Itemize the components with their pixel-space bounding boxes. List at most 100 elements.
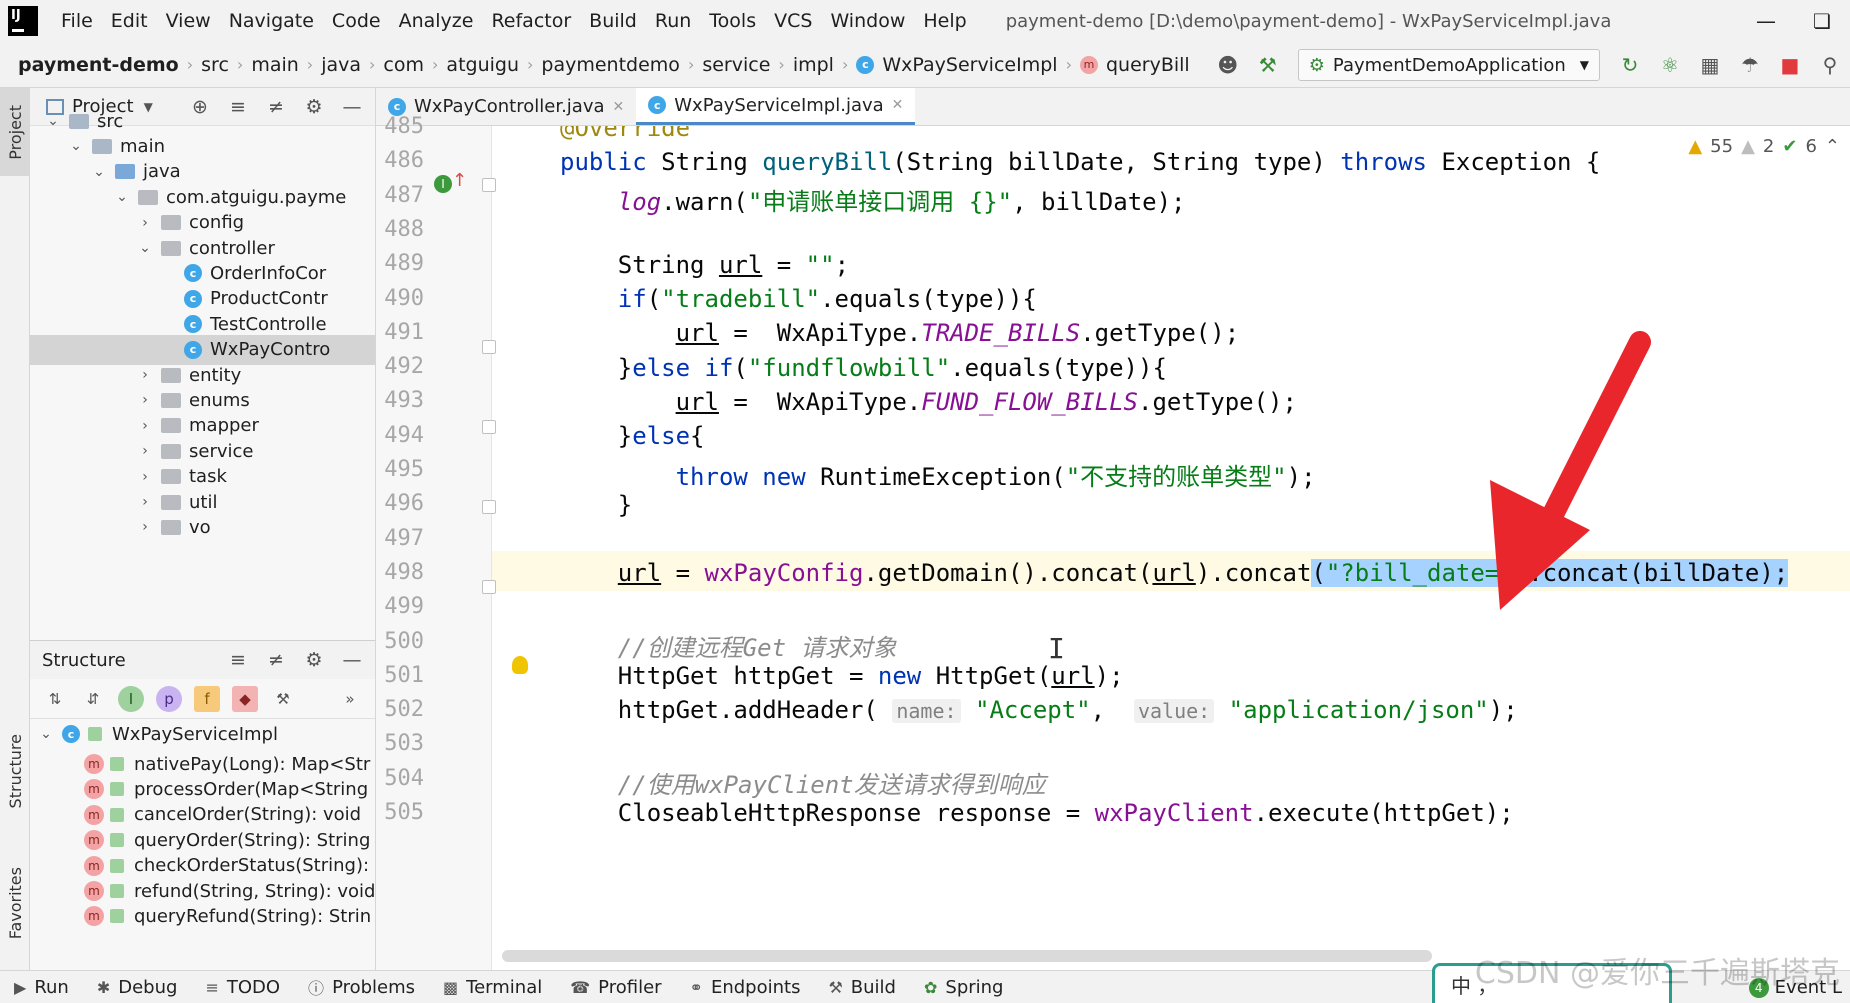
fold-marker[interactable] [482, 420, 496, 434]
sort-by-type-icon[interactable]: ⇅ [42, 686, 68, 712]
breadcrumb-java[interactable]: java [315, 54, 367, 76]
stop-icon[interactable]: ■ [1774, 50, 1806, 80]
public-access-icon [110, 884, 124, 898]
breadcrumb-paymentdemo[interactable]: paymentdemo [535, 54, 686, 76]
fold-marker[interactable] [482, 340, 496, 354]
todo-tool-button[interactable]: ≡ TODO [191, 977, 294, 998]
favorites-tool-tab[interactable]: Favorites [0, 848, 30, 958]
spring-boot-icon: ⚙ [1308, 54, 1325, 76]
package-icon [161, 418, 181, 434]
build-tool-label: Build [850, 976, 896, 998]
line-number: 488 [384, 216, 424, 242]
menu-run[interactable]: Run [646, 10, 700, 32]
breadcrumb-atguigu[interactable]: atguigu [440, 54, 525, 76]
breadcrumb-src[interactable]: src [195, 54, 235, 76]
profiler-icon[interactable]: ☂ [1734, 50, 1766, 80]
menu-tools[interactable]: Tools [700, 10, 765, 32]
list-icon: ≡ [205, 977, 219, 997]
menu-edit[interactable]: Edit [102, 10, 157, 32]
fold-marker[interactable] [482, 580, 496, 594]
breadcrumb-project[interactable]: payment-demo [0, 54, 185, 76]
run-tool-button[interactable]: ▶ Run [0, 977, 83, 998]
user-icon[interactable]: ☻ [1212, 50, 1244, 80]
menu-help[interactable]: Help [914, 10, 975, 32]
tree-item-label: task [189, 466, 227, 488]
show-non-public-icon[interactable]: ◆ [232, 685, 258, 712]
fold-marker[interactable] [482, 178, 496, 192]
fold-marker[interactable] [482, 500, 496, 514]
hide-icon[interactable]: — [339, 649, 365, 671]
show-fields-icon[interactable]: f [194, 685, 220, 712]
navigation-bar: payment-demo › src › main › java › com ›… [0, 42, 1850, 88]
menu-analyze[interactable]: Analyze [390, 10, 483, 32]
class-icon: c [184, 340, 202, 359]
menu-navigate[interactable]: Navigate [220, 10, 323, 32]
breadcrumb-class[interactable]: c WxPayServiceImpl [850, 54, 1063, 76]
chevron-down-icon: ⌄ [116, 189, 128, 206]
profiler-tool-button[interactable]: ☎ Profiler [556, 977, 675, 998]
gear-icon[interactable]: ⚙ [301, 649, 327, 671]
menu-window[interactable]: Window [821, 10, 914, 32]
line-number: 491 [384, 319, 424, 345]
menu-bar: IJ File Edit View Navigate Code Analyze … [0, 0, 1850, 42]
package-icon [138, 189, 158, 205]
horizontal-scrollbar[interactable] [502, 950, 1432, 962]
debug-icon[interactable]: ⚛ [1654, 50, 1686, 80]
show-properties-icon[interactable]: p [156, 685, 182, 712]
run-configuration-label: PaymentDemoApplication [1332, 54, 1566, 76]
terminal-tool-button[interactable]: ▩ Terminal [429, 977, 556, 998]
sort-alphabetically-icon[interactable]: ⇵ [80, 686, 106, 712]
code-line-501: HttpGet httpGet = new HttpGet(url); [560, 662, 1124, 690]
line-number: 495 [384, 457, 424, 482]
build-hammer-icon[interactable]: ⚒ [1252, 50, 1284, 80]
public-access-icon [110, 782, 124, 797]
inspection-widget[interactable]: ▲ 55 ▲ 2 ✔ 6 ⌃ [1680, 136, 1840, 157]
structure-tool-tab[interactable]: Structure [0, 716, 30, 826]
chevron-up-icon[interactable]: ⌃ [1825, 136, 1840, 157]
code-line-505: CloseableHttpResponse response = wxPayCl… [560, 799, 1514, 827]
menu-vcs[interactable]: VCS [765, 10, 821, 32]
more-icon[interactable]: » [337, 686, 363, 712]
show-lambdas-icon[interactable]: ⚒ [270, 686, 296, 712]
breadcrumb-separator: › [687, 55, 695, 74]
minimize-icon[interactable]: — [1738, 9, 1794, 33]
expand-all-icon[interactable]: ≡ [225, 649, 251, 671]
red-arrow-annotation [1490, 331, 1651, 610]
watermark: CSDN @爱你三千遍斯塔克 [1474, 956, 1840, 991]
restore-icon[interactable]: ❏ [1794, 9, 1850, 33]
collapse-all-icon[interactable]: ≠ [263, 649, 289, 671]
lightbulb-icon[interactable] [512, 656, 528, 674]
search-everywhere-icon[interactable]: ⚲ [1814, 50, 1846, 80]
project-tool-tab[interactable]: Project [0, 88, 30, 176]
build-tool-button[interactable]: ⚒ Build [814, 977, 910, 998]
window-controls: — ❏ [1738, 0, 1850, 42]
close-icon[interactable]: ✕ [892, 97, 904, 113]
structure-method-item[interactable]: m queryRefund(String): Strin [30, 901, 375, 931]
debug-tool-button[interactable]: ✱ Debug [83, 977, 192, 998]
breadcrumb-service[interactable]: service [696, 54, 776, 76]
implements-method-icon[interactable]: I [434, 175, 452, 193]
breadcrumb-com[interactable]: com [377, 54, 430, 76]
menu-build[interactable]: Build [580, 10, 646, 32]
show-inherited-icon[interactable]: I [118, 685, 144, 712]
menu-code[interactable]: Code [323, 10, 390, 32]
tab-wxpayserviceimpl[interactable]: c WxPayServiceImpl.java ✕ [636, 88, 916, 125]
breadcrumb-impl[interactable]: impl [787, 54, 840, 76]
line-number: 494 [384, 422, 424, 448]
tree-item[interactable]: › vo [30, 512, 375, 542]
close-icon[interactable]: ✕ [613, 99, 625, 115]
run-configuration-select[interactable]: ⚙ PaymentDemoApplication ▼ [1297, 49, 1600, 81]
spring-tool-button[interactable]: ✿ Spring [910, 977, 1018, 998]
line-number: 500 [384, 628, 424, 654]
menu-file[interactable]: File [52, 10, 102, 32]
menu-refactor[interactable]: Refactor [482, 10, 580, 32]
coverage-icon[interactable]: ▦ [1694, 50, 1726, 80]
endpoints-tool-button[interactable]: ⚭ Endpoints [676, 977, 815, 998]
line-number: 486 [384, 148, 424, 174]
breadcrumb-main[interactable]: main [245, 54, 304, 76]
rerun-icon[interactable]: ↻ [1614, 50, 1646, 80]
menu-view[interactable]: View [157, 10, 220, 32]
problems-tool-button[interactable]: ⓘ Problems [294, 975, 429, 999]
breadcrumb-method[interactable]: m queryBill [1074, 54, 1196, 76]
structure-root[interactable]: ⌄ c WxPayServiceImpl [30, 719, 375, 749]
